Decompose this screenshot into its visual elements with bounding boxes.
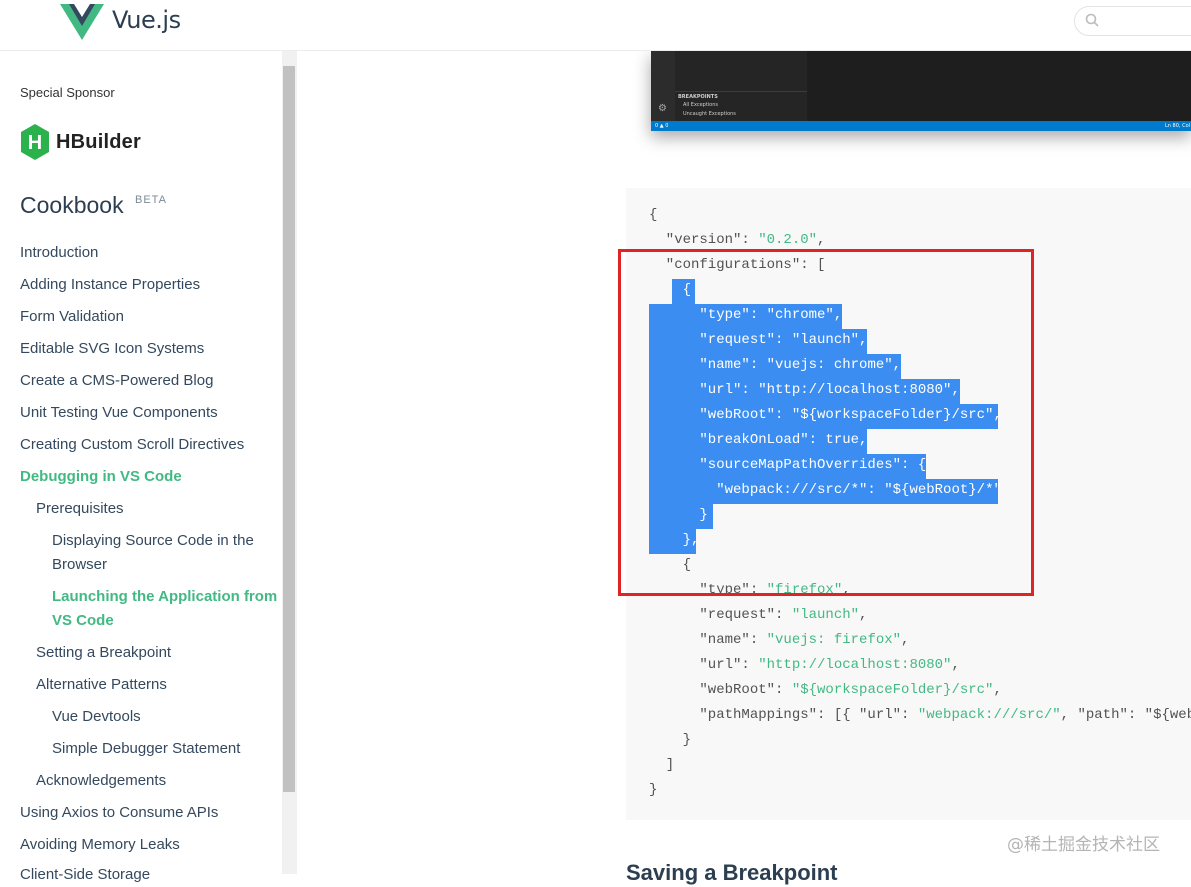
sidebar-item-debugging-vs-code[interactable]: Debugging in VS Code — [20, 465, 182, 489]
vscode-screenshot-image: ⚙ BREAKPOINTS All Exceptions Uncaught Ex… — [651, 51, 1191, 131]
special-sponsor-label: Special Sponsor — [20, 85, 115, 100]
sidebar-subitem-prerequisites[interactable]: Prerequisites — [36, 497, 124, 521]
uncaught-exceptions-label: Uncaught Exceptions — [683, 111, 736, 117]
code-line: ] — [649, 757, 675, 773]
code-line: } — [649, 732, 692, 748]
beta-badge: BETA — [135, 194, 167, 206]
watermark: @稀土掘金技术社区 — [1007, 835, 1160, 855]
vscode-activity-bar: ⚙ — [651, 51, 675, 121]
settings-gear-icon: ⚙ — [658, 103, 667, 114]
top-header: Vue.js — [0, 0, 1191, 51]
sidebar-subitem-launching-application-cont[interactable]: VS Code — [52, 609, 114, 633]
sidebar-item-adding-instance-properties[interactable]: Adding Instance Properties — [20, 273, 200, 297]
all-exceptions-label: All Exceptions — [683, 102, 718, 108]
sidebar-item-editable-svg-icon-systems[interactable]: Editable SVG Icon Systems — [20, 337, 204, 361]
sidebar-item-form-validation[interactable]: Form Validation — [20, 305, 124, 329]
sidebar-subitem-alternative-patterns[interactable]: Alternative Patterns — [36, 673, 167, 697]
status-problems: 0 ▲ 0 — [655, 123, 669, 129]
sidebar-item-cms-powered-blog[interactable]: Create a CMS-Powered Blog — [20, 369, 213, 393]
sidebar-subitem-displaying-source-code[interactable]: Displaying Source Code in the — [52, 529, 254, 553]
sidebar-subitem-displaying-source-code-cont[interactable]: Browser — [52, 553, 107, 577]
sidebar-item-memory-leaks[interactable]: Avoiding Memory Leaks — [20, 833, 180, 857]
section-heading: Saving a Breakpoint — [626, 860, 838, 885]
sidebar-subitem-debugger-statement[interactable]: Simple Debugger Statement — [52, 737, 240, 761]
vscode-status-bar: 0 ▲ 0 Ln 80, Col — [651, 121, 1191, 131]
sidebar-subitem-acknowledgements[interactable]: Acknowledgements — [36, 769, 166, 793]
breakpoints-label: BREAKPOINTS — [678, 94, 718, 100]
annotation-red-box — [618, 249, 1034, 596]
search-icon — [1085, 13, 1099, 27]
vscode-debug-panel: BREAKPOINTS All Exceptions Uncaught Exce… — [675, 51, 807, 121]
sidebar-subitem-launching-application[interactable]: Launching the Application from — [52, 585, 277, 609]
sidebar-subitem-vue-devtools[interactable]: Vue Devtools — [52, 705, 141, 729]
code-line: { — [649, 207, 658, 223]
sidebar-item-unit-testing[interactable]: Unit Testing Vue Components — [20, 401, 218, 425]
sidebar-title: Cookbook — [20, 192, 124, 218]
hbuilder-logo-icon[interactable]: H — [20, 124, 50, 160]
code-line: "pathMappings": [{ "url": "webpack:///sr… — [649, 707, 1191, 723]
status-position: Ln 80, Col — [1165, 123, 1191, 129]
code-line: } — [649, 782, 658, 798]
code-line: "name": "vuejs: firefox", — [649, 632, 910, 648]
code-line: "url": "http://localhost:8080", — [649, 657, 960, 673]
sidebar-item-client-side-storage[interactable]: Client-Side Storage — [20, 863, 150, 887]
svg-text:H: H — [28, 132, 42, 154]
vue-logo-icon[interactable] — [60, 4, 104, 40]
sponsor-name[interactable]: HBuilder — [56, 131, 141, 154]
sidebar-subitem-setting-breakpoint[interactable]: Setting a Breakpoint — [36, 641, 171, 665]
brand-name[interactable]: Vue.js — [112, 6, 181, 34]
sidebar-item-introduction[interactable]: Introduction — [20, 241, 98, 265]
code-line: "webRoot": "${workspaceFolder}/src", — [649, 682, 1002, 698]
sidebar-scrollbar-thumb[interactable] — [283, 66, 295, 792]
search-input[interactable] — [1074, 6, 1191, 36]
sidebar-item-custom-scroll-directives[interactable]: Creating Custom Scroll Directives — [20, 433, 244, 457]
code-line: "request": "launch", — [649, 607, 868, 623]
sidebar-item-axios[interactable]: Using Axios to Consume APIs — [20, 801, 218, 825]
